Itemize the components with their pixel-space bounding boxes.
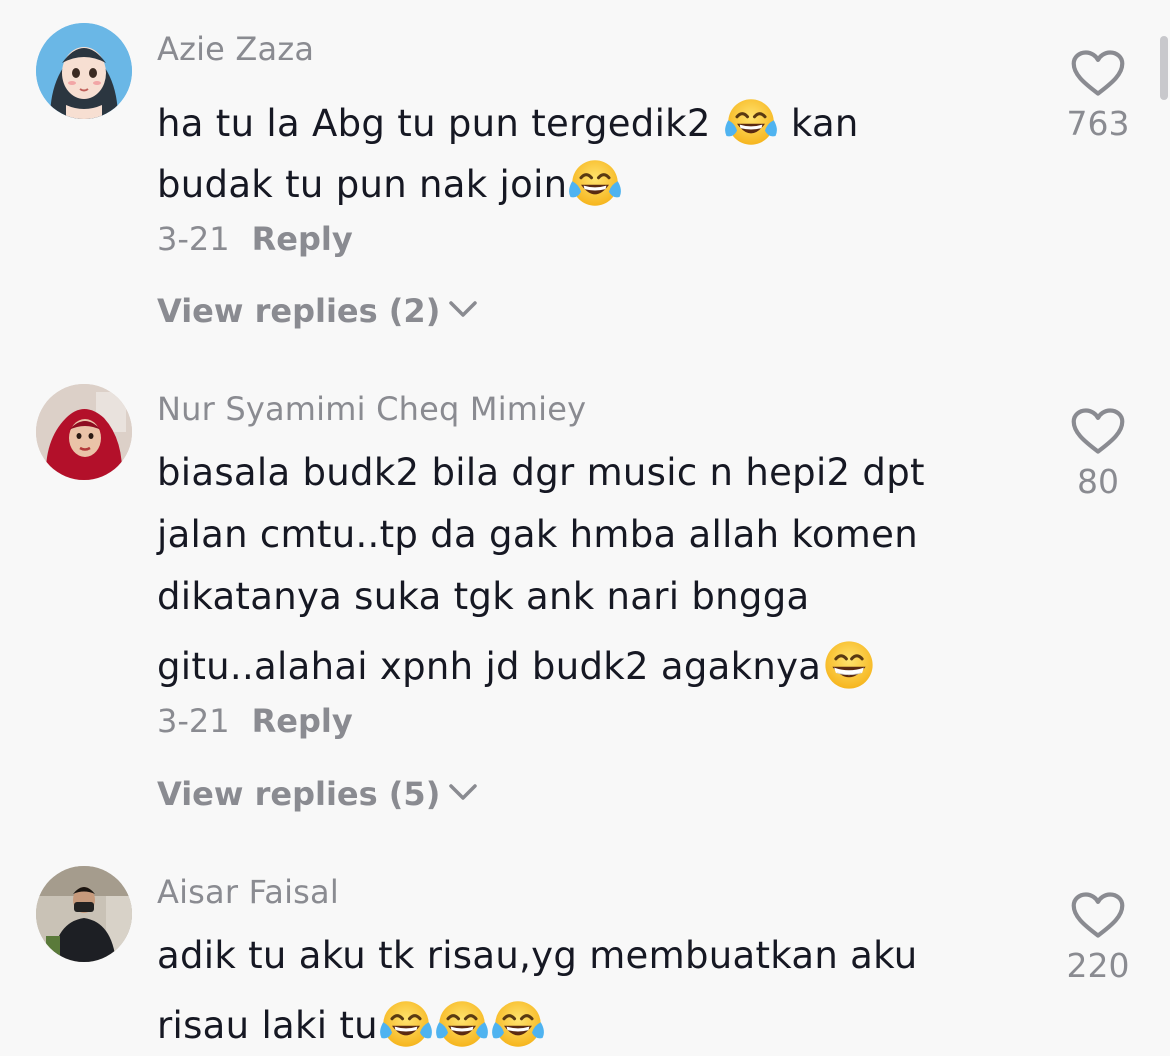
- tears-of-joy-emoji: [434, 996, 490, 1052]
- avatar[interactable]: [36, 384, 132, 480]
- comment-text-line: risau laki tu: [157, 996, 546, 1052]
- heart-outline-icon: [1070, 48, 1126, 98]
- like-count: 80: [1077, 462, 1119, 501]
- view-replies-label: View replies (2): [157, 292, 441, 330]
- tears-of-joy-emoji: [567, 155, 623, 211]
- comment-username[interactable]: Nur Syamimi Cheq Mimiey: [157, 390, 586, 428]
- like-button[interactable]: 80: [1058, 406, 1138, 501]
- comment-date: 3-21: [157, 702, 230, 740]
- view-replies-label: View replies (5): [157, 775, 441, 813]
- comment-username[interactable]: Aisar Faisal: [157, 873, 339, 911]
- comment-text-line: gitu..alahai xpnh jd budk2 agaknya: [157, 637, 877, 693]
- comment-date: 3-21: [157, 220, 230, 258]
- comment-text-line: ha tu la Abg tu pun tergedik2 kan: [157, 94, 859, 150]
- avatar[interactable]: [36, 866, 132, 962]
- chevron-down-icon: [448, 298, 478, 320]
- chevron-down-icon: [448, 781, 478, 803]
- comment-meta: 3-21 Reply: [157, 702, 353, 740]
- like-count: 220: [1066, 946, 1130, 985]
- comment-text-line: adik tu aku tk risau,yg membuatkan aku: [157, 934, 918, 977]
- heart-outline-icon: [1070, 406, 1126, 456]
- heart-outline-icon: [1070, 890, 1126, 940]
- reply-button[interactable]: Reply: [252, 220, 353, 258]
- grinning-face-emoji: [821, 637, 877, 693]
- like-count: 763: [1066, 104, 1130, 143]
- view-replies-button[interactable]: View replies (2): [157, 292, 478, 330]
- like-button[interactable]: 220: [1058, 890, 1138, 985]
- comment-text-line: biasala budk2 bila dgr music n hepi2 dpt: [157, 451, 925, 494]
- reply-button[interactable]: Reply: [252, 702, 353, 740]
- tears-of-joy-emoji: [490, 996, 546, 1052]
- like-button[interactable]: 763: [1058, 48, 1138, 143]
- view-replies-button[interactable]: View replies (5): [157, 775, 478, 813]
- comment-username[interactable]: Azie Zaza: [157, 30, 314, 68]
- comment-text-line: dikatanya suka tgk ank nari bngga: [157, 575, 810, 618]
- avatar[interactable]: [36, 23, 132, 119]
- tears-of-joy-emoji: [378, 996, 434, 1052]
- comment-text-line: budak tu pun nak join: [157, 155, 623, 211]
- comment-meta: 3-21 Reply: [157, 220, 353, 258]
- comment-text-line: jalan cmtu..tp da gak hmba allah komen: [157, 513, 918, 556]
- tears-of-joy-emoji: [723, 94, 779, 150]
- scrollbar[interactable]: [1160, 36, 1168, 100]
